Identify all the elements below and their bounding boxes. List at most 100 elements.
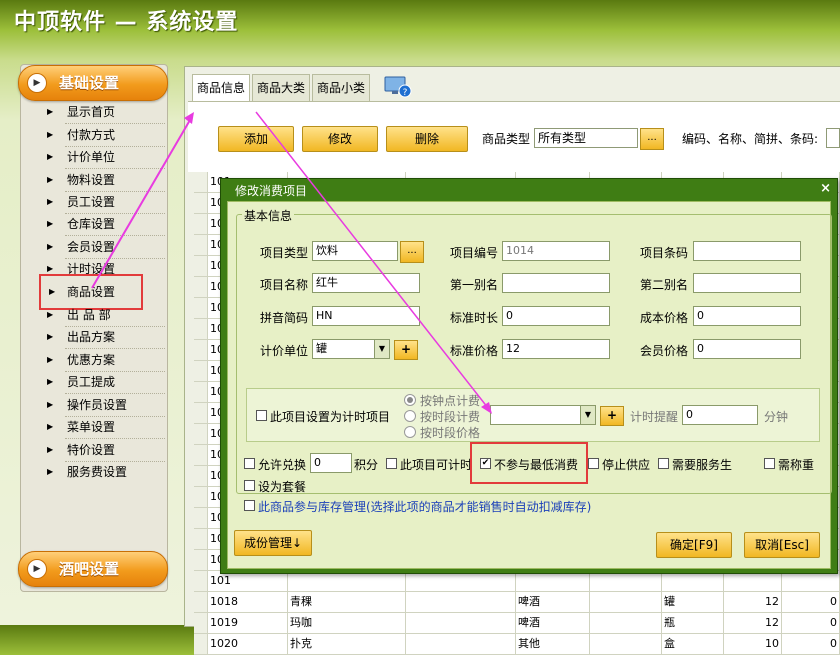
- table-row[interactable]: 1018 青稞 啤酒 罐 12 0: [194, 592, 840, 613]
- edit-button[interactable]: 修改: [302, 126, 378, 152]
- tab-goods-subcategory[interactable]: 商品小类: [312, 74, 371, 101]
- chevron-down-icon: ▼: [374, 340, 389, 358]
- item-code-field[interactable]: 1014: [502, 241, 610, 261]
- row-indicator: [194, 424, 208, 444]
- pinyin-field[interactable]: HN: [312, 306, 420, 326]
- ingredients-button[interactable]: 成份管理↓: [234, 530, 312, 556]
- row-indicator: [194, 340, 208, 360]
- alias1-field[interactable]: [502, 273, 610, 293]
- radio-period-fee[interactable]: [404, 410, 416, 422]
- section-basic-settings[interactable]: ▶ 基础设置: [18, 65, 168, 101]
- row-indicator: [194, 508, 208, 528]
- points-label: 积分: [354, 458, 379, 472]
- stop-supply-label: 停止供应: [602, 458, 651, 472]
- item-type-picker-button[interactable]: ...: [400, 241, 424, 263]
- member-price-field[interactable]: 0: [693, 339, 801, 359]
- table-cell: 101: [208, 571, 288, 591]
- table-cell: 啤酒: [516, 613, 590, 633]
- row-indicator: [194, 613, 208, 633]
- row-indicator: [194, 571, 208, 591]
- radio-period-price-label: 按时段价格: [420, 426, 481, 440]
- arrow-right-icon: ▶: [47, 242, 54, 251]
- row-indicator: [194, 214, 208, 234]
- arrow-right-icon: ▶: [47, 152, 54, 161]
- table-cell: [516, 571, 590, 591]
- radio-period-price[interactable]: [404, 426, 416, 438]
- minutes-label: 分钟: [764, 410, 789, 424]
- item-barcode-field[interactable]: [693, 241, 801, 261]
- dialog-body: 基本信息 项目类型 饮料 ... 项目编号 1014 项目条码 项目名称 红牛 …: [227, 201, 832, 569]
- reminder-field[interactable]: 0: [682, 405, 758, 425]
- add-period-button[interactable]: +: [600, 406, 624, 426]
- item-name-field[interactable]: 红牛: [312, 273, 420, 293]
- inventory-checkbox[interactable]: [244, 500, 255, 511]
- item-type-field[interactable]: 饮料: [312, 241, 398, 261]
- table-cell: 12: [724, 613, 782, 633]
- tab-goods-category[interactable]: 商品大类: [252, 74, 311, 101]
- sidebar: ▶ 基础设置 ▶ 显示首页 ▶ 付款方式 ▶ 计价单位 ▶ 物料设置 ▶ 员工设置 ▶ 仓库…: [18, 64, 168, 592]
- cost-price-field[interactable]: 0: [693, 306, 801, 326]
- table-cell: [590, 571, 662, 591]
- stdtime-label: 标准时长: [450, 311, 499, 325]
- table-cell: [406, 613, 516, 633]
- arrow-right-icon: ▶: [47, 219, 54, 228]
- table-cell: [406, 634, 516, 654]
- close-icon[interactable]: ×: [820, 181, 831, 196]
- period-select[interactable]: ▼: [490, 405, 596, 425]
- play-icon: ▶: [27, 559, 47, 579]
- set-package-checkbox[interactable]: [244, 480, 255, 491]
- add-button[interactable]: 添加: [218, 126, 294, 152]
- unit-label: 计价单位: [260, 344, 309, 358]
- std-time-field[interactable]: 0: [502, 306, 610, 326]
- table-cell: 0: [782, 634, 840, 654]
- table-cell: [406, 571, 516, 591]
- allow-exchange-checkbox[interactable]: [244, 458, 255, 469]
- row-indicator: [194, 256, 208, 276]
- table-cell: [406, 592, 516, 612]
- timed-checkbox[interactable]: [386, 458, 397, 469]
- tab-goods-info[interactable]: 商品信息: [192, 74, 251, 101]
- row-indicator: [194, 466, 208, 486]
- table-row[interactable]: 1020 扑克 其他 盒 10 0: [194, 634, 840, 655]
- row-indicator: [194, 235, 208, 255]
- need-waiter-checkbox[interactable]: [658, 458, 669, 469]
- arrow-right-icon: ▶: [47, 422, 54, 431]
- radio-hourly[interactable]: [404, 394, 416, 406]
- help-monitor-icon[interactable]: ?: [384, 76, 412, 98]
- min-consumption-checkbox[interactable]: ✔: [480, 458, 491, 469]
- ok-button[interactable]: 确定[F9]: [656, 532, 732, 558]
- row-indicator: [194, 487, 208, 507]
- add-unit-button[interactable]: +: [394, 340, 418, 360]
- row-indicator: [194, 277, 208, 297]
- unit-select[interactable]: 罐 ▼: [312, 339, 390, 359]
- search-input[interactable]: [826, 128, 840, 148]
- allow-exchange-label: 允许兑换: [258, 458, 307, 472]
- alias2-field[interactable]: [693, 273, 801, 293]
- row-indicator: [194, 361, 208, 381]
- need-weigh-checkbox[interactable]: [764, 458, 775, 469]
- inventory-label: 此商品参与库存管理(选择此项的商品才能销售时自动扣减库存): [258, 500, 592, 514]
- need-waiter-label: 需要服务生: [672, 458, 733, 472]
- row-indicator: [194, 382, 208, 402]
- name-label: 项目名称: [260, 278, 309, 292]
- stop-supply-checkbox[interactable]: [588, 458, 599, 469]
- table-cell: [590, 592, 662, 612]
- radio-period-fee-label: 按时段计费: [420, 410, 481, 424]
- dialog-title: 修改消费项目: [235, 184, 308, 198]
- std-price-field[interactable]: 12: [502, 339, 610, 359]
- table-cell: 0: [782, 613, 840, 633]
- cancel-button[interactable]: 取消[Esc]: [744, 532, 820, 558]
- radio-hourly-label: 按钟点计费: [420, 394, 481, 408]
- table-row[interactable]: 1019 玛咖 啤酒 瓶 12 0: [194, 613, 840, 634]
- type-label: 商品类型: [482, 132, 531, 146]
- exchange-points-field[interactable]: 0: [310, 453, 352, 473]
- table-cell: 玛咖: [288, 613, 406, 633]
- goods-type-select[interactable]: 所有类型: [534, 128, 638, 148]
- table-row[interactable]: 101: [194, 571, 840, 592]
- search-label: 编码、名称、简拼、条码:: [682, 132, 819, 146]
- delete-button[interactable]: 删除: [386, 126, 468, 152]
- section-bar-settings[interactable]: ▶ 酒吧设置: [18, 551, 168, 587]
- row-indicator: [194, 529, 208, 549]
- type-picker-button[interactable]: ...: [640, 128, 664, 150]
- timing-checkbox[interactable]: [256, 410, 267, 421]
